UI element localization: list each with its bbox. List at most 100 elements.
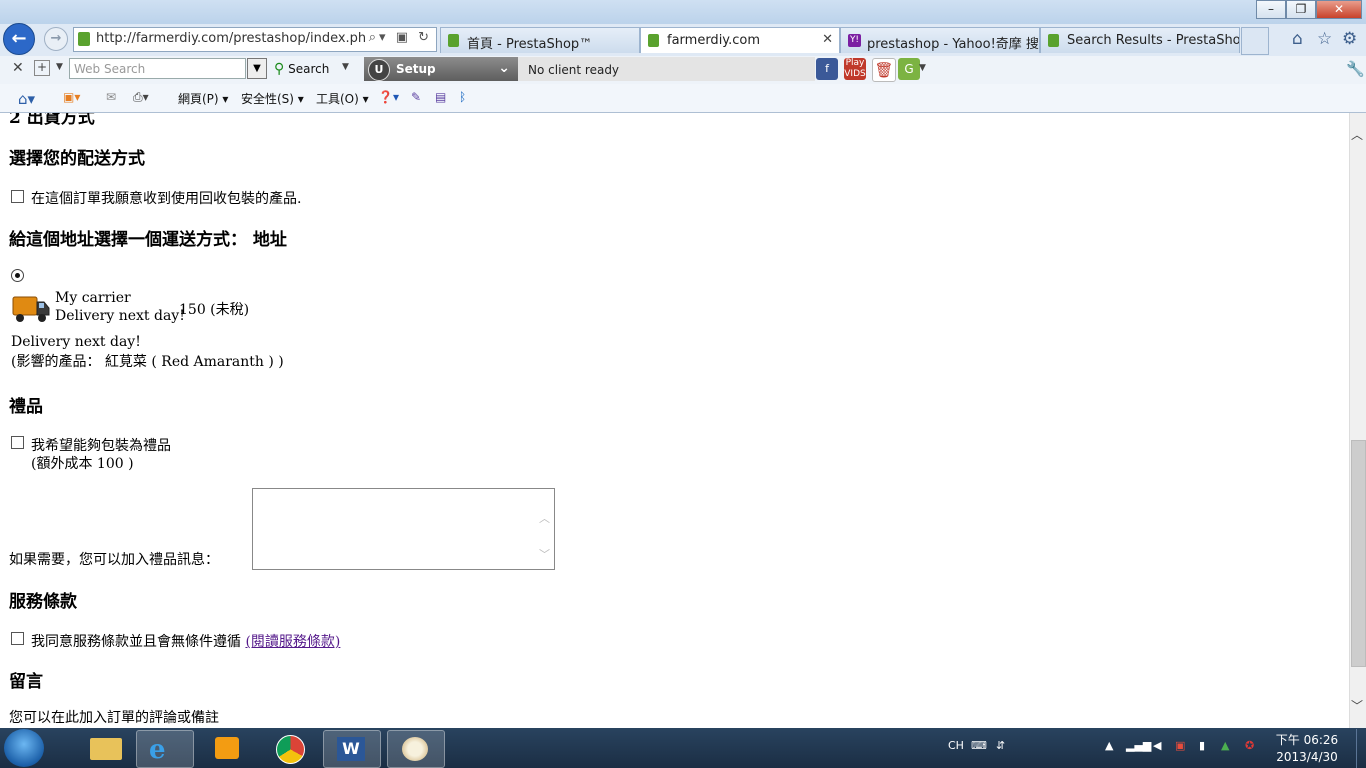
textarea-scroll-arrows[interactable]: ︿ ﹀ [539, 501, 550, 573]
carrier-delay: Delivery next day! [55, 308, 185, 324]
new-tab-button[interactable] [1241, 27, 1269, 55]
carrier-radio[interactable] [11, 269, 24, 282]
page-menu[interactable]: 網頁(P) ▾ [178, 90, 228, 107]
yahoo-favicon: Y! [848, 34, 861, 47]
tab-label: prestashop - Yahoo!奇摩 搜... [867, 37, 1040, 52]
tab-search-results[interactable]: Search Results - PrestaShop ... [1040, 27, 1240, 53]
word-taskbar-button[interactable]: W [323, 730, 381, 768]
recycle-checkbox[interactable] [11, 190, 24, 203]
tab-favicon [648, 34, 659, 47]
setup-button[interactable]: U Setup ⌄ [364, 57, 518, 81]
maximize-button[interactable]: ❐ [1286, 0, 1316, 19]
tos-heading: 服務條款 [9, 592, 77, 612]
play-vids-icon[interactable]: Play VIDS [844, 58, 866, 80]
rss-feed-icon[interactable]: ▣▾ [63, 90, 80, 104]
gift-cost: (額外成本 100 ) [31, 456, 134, 472]
google-drive-icon[interactable]: ▲ [1221, 739, 1229, 752]
address-tools-icons[interactable]: ⌕▾ ▣ ↻ [369, 30, 432, 45]
gift-message-textarea[interactable]: ︿ ﹀ [252, 488, 555, 570]
tab-prestashop-home[interactable]: 首頁 - PrestaShop™ [440, 27, 640, 53]
trash-icon[interactable]: 🗑 [872, 58, 896, 82]
chrome-taskbar-button[interactable] [262, 730, 318, 766]
clock-time: 下午 06:26 [1275, 733, 1339, 747]
page-content: 2 出貨方式 選擇您的配送方式 在這個訂單我願意收到使用回收包裝的產品. 給這個… [0, 113, 1349, 728]
tos-checkbox[interactable] [11, 632, 24, 645]
keyboard-icon[interactable]: ⌨ [971, 739, 987, 752]
comment-label: 您可以在此加入訂單的評論或備註 [9, 710, 219, 726]
media-taskbar-button[interactable] [200, 730, 256, 766]
chevron-down-icon[interactable]: ▼ [919, 63, 926, 73]
scrollbar-thumb[interactable] [1351, 440, 1366, 667]
home-icon[interactable]: ⌂▾ [18, 90, 35, 108]
gift-heading: 禮品 [9, 397, 43, 417]
gift-checkbox[interactable] [11, 436, 24, 449]
affected-products: (影響的產品： 紅莧菜 ( Red Amaranth ) ) [11, 354, 284, 370]
print-icon[interactable]: ⎙▾ [133, 90, 149, 105]
search-label: Search [288, 62, 330, 76]
ime-icon[interactable]: ⇵ [996, 739, 1005, 752]
tab-farmerdiy[interactable]: farmerdiy.com ✕ [640, 27, 840, 53]
tab-yahoo-search[interactable]: Y! prestashop - Yahoo!奇摩 搜... [840, 27, 1040, 53]
internet-explorer-icon: e [149, 735, 166, 765]
paint-taskbar-button[interactable] [387, 730, 445, 768]
gift-label: 我希望能夠包裝為禮品 [31, 438, 171, 454]
search-icon: ⚲ [274, 61, 285, 77]
chrome-icon [276, 735, 305, 764]
help-icon[interactable]: ❓▾ [378, 90, 399, 104]
system-clock[interactable]: 下午 06:26 2013/4/30 [1272, 732, 1342, 766]
explorer-taskbar-button[interactable] [78, 730, 134, 766]
favorites-star-icon[interactable]: ☆ [1317, 29, 1332, 49]
volume-icon[interactable]: ◀ [1153, 739, 1161, 752]
safety-menu-label: 安全性(S) [241, 92, 294, 106]
settings-gear-icon[interactable]: ⚙ [1342, 29, 1357, 49]
research-icon[interactable]: ✎ [411, 90, 421, 104]
minimize-button[interactable]: – [1256, 0, 1286, 19]
close-window-button[interactable]: ✕ [1316, 0, 1362, 19]
tag-icon[interactable]: G [898, 58, 920, 80]
scroll-up-icon[interactable]: ︿ [1351, 126, 1363, 143]
tos-text: 我同意服務條款並且會無條件遵循 [31, 634, 241, 650]
tab-close-icon[interactable]: ✕ [822, 32, 833, 47]
address-url: http://farmerdiy.com/prestashop/index.ph… [96, 31, 366, 46]
tools-menu[interactable]: 工具(O) ▾ [316, 90, 369, 107]
gift-message-label: 如果需要，您可以加入禮品訊息： [9, 552, 219, 568]
recycle-label: 在這個訂單我願意收到使用回收包裝的產品. [31, 191, 302, 207]
translate-icon[interactable]: ▤ [435, 90, 446, 104]
close-toolbar-icon[interactable]: ✕ [12, 60, 24, 76]
tos-link[interactable]: (閱讀服務條款) [245, 634, 340, 650]
bluetooth-icon[interactable]: ᛒ [459, 90, 466, 104]
carrier-heading: 給這個地址選擇一個運送方式： 地址 [9, 230, 287, 250]
carrier-name: My carrier [55, 290, 131, 306]
carrier-price: 150 (未稅) [179, 302, 250, 318]
mail-icon[interactable]: ✉ [106, 90, 116, 104]
web-search-dropdown[interactable]: ▼ [247, 58, 267, 79]
show-desktop-button[interactable] [1356, 729, 1366, 768]
back-button[interactable]: ← [3, 23, 35, 55]
network-icon[interactable]: ▣ [1175, 739, 1185, 752]
tab-favicon [1048, 34, 1059, 47]
add-icon[interactable]: + [34, 60, 50, 76]
signal-icon[interactable]: ▂▄▆ [1126, 739, 1151, 752]
show-hidden-icons[interactable]: ▲ [1105, 739, 1113, 752]
battery-icon[interactable]: ▮ [1199, 739, 1205, 752]
tos-label: 我同意服務條款並且會無條件遵循 (閱讀服務條款) [31, 631, 340, 651]
facebook-icon[interactable]: f [816, 58, 838, 80]
chevron-down-icon[interactable]: ▼ [56, 62, 63, 72]
tab-label: farmerdiy.com [667, 33, 761, 48]
address-bar[interactable]: http://farmerdiy.com/prestashop/index.ph… [73, 27, 437, 52]
forward-button[interactable]: → [44, 27, 68, 51]
language-indicator[interactable]: CH [948, 739, 964, 752]
search-button[interactable]: ⚲ Search [274, 61, 329, 77]
safety-menu[interactable]: 安全性(S) ▾ [241, 90, 304, 107]
scroll-down-icon[interactable]: ﹀ [1351, 697, 1363, 714]
tools-menu-label: 工具(O) [316, 92, 359, 106]
ie-taskbar-button[interactable]: e [136, 730, 194, 768]
tab-label: Search Results - PrestaShop ... [1067, 33, 1240, 48]
window-controls: – ❐ ✕ [1256, 0, 1362, 19]
chevron-down-icon[interactable]: ▼ [342, 62, 349, 72]
wrench-icon[interactable]: 🔧 [1346, 60, 1365, 78]
start-button[interactable] [4, 729, 44, 767]
antivirus-icon[interactable]: ✪ [1245, 739, 1254, 752]
home-icon[interactable]: ⌂ [1292, 29, 1303, 49]
web-search-input[interactable]: Web Search [69, 58, 246, 79]
